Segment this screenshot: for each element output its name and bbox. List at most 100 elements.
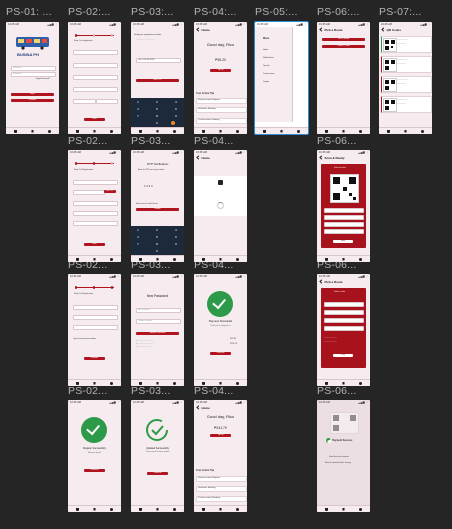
frame-qr-list[interactable]: 10:45 AM ▂▄▆ ◔ QR Codes ────────── ───────… <box>379 22 432 134</box>
field[interactable] <box>324 222 364 228</box>
wallet-icon[interactable] <box>14 129 17 133</box>
id-input[interactable] <box>73 305 118 311</box>
frame-label: PS-06... <box>317 135 357 147</box>
gender-select[interactable] <box>73 99 96 105</box>
pick-route-button[interactable]: Pick a Route <box>322 38 365 42</box>
next-button[interactable]: Next <box>84 243 105 247</box>
refresh-check-icon <box>146 419 168 441</box>
menu-item-home[interactable]: Home <box>263 49 268 51</box>
topup-button[interactable]: Top up <box>210 434 231 438</box>
email-input[interactable] <box>73 180 118 186</box>
field[interactable] <box>324 208 364 214</box>
new-password-input[interactable]: New Password <box>136 308 181 314</box>
topup-button[interactable]: Top up <box>210 69 231 73</box>
next-button[interactable]: Next <box>84 118 105 122</box>
menu-item-topup[interactable]: Top Up <box>263 65 269 67</box>
frame-route-form[interactable]: 10:45 AM ▂▄▆ ◔ Pick a Route Select a rout… <box>317 274 370 386</box>
keyboard[interactable]: 123 456 789 0 <box>131 98 184 128</box>
frame-pick-route[interactable]: 10:45 AM ▂▄▆ ◔ Pick a Route Pick a Route … <box>317 22 370 134</box>
next-button[interactable]: Next <box>333 240 353 244</box>
frame-register-step1[interactable]: 10:45 AM ▂▄▆ ◔ Step 1 of registration Nex… <box>68 22 121 134</box>
frame-label: PS-06... <box>317 385 357 397</box>
spinner-icon <box>217 202 224 209</box>
password-input[interactable] <box>73 221 118 227</box>
bottom-nav <box>68 127 121 134</box>
submit-button[interactable]: Submit <box>136 208 179 212</box>
otp-digits[interactable]: 1 2 3 4 <box>144 184 153 188</box>
frame-verify-number[interactable]: 10:45 AM ▂▄▆ ◔ Verify your registration n… <box>131 22 184 134</box>
bottom-nav <box>68 255 121 262</box>
column-label: PS-05:... <box>255 6 298 18</box>
continue-button[interactable]: Continue <box>147 472 168 476</box>
frame-payment-success-ticket[interactable]: 10:45 AM ▂▄▆ ◔ Payment Success Show this … <box>317 400 370 512</box>
frame-register-step2[interactable]: 10:45 AM ▂▄▆ ◔ Step 2 of Registration Get… <box>68 150 121 262</box>
balance: ₱241.70 <box>214 426 227 430</box>
frame-new-password[interactable]: 10:45 AM ▂▄▆ ◔ New Password New Password … <box>131 274 184 386</box>
qr-card[interactable]: ────────── ──────── <box>381 36 432 53</box>
scan-ticket-button[interactable]: Scan a Ticket <box>322 45 365 49</box>
type-select[interactable] <box>96 99 118 105</box>
frame-otp-verification[interactable]: 10:45 AM ▂▄▆ ◔ OTP Verification Enter the… <box>131 150 184 262</box>
frame-payment-success[interactable]: 10:45 AM ▂▄▆ ◔ Payment Successful Thank y… <box>194 274 247 386</box>
frame-menu[interactable]: 10:45 AM ▂▄▆ ◔ Menu Home Notifications To… <box>254 21 309 135</box>
username-input[interactable]: Username <box>11 66 56 72</box>
upload-input[interactable] <box>73 325 118 331</box>
frame-register-step3[interactable]: 10:45 AM ▂▄▆ ◔ Step 3 of Registration I a… <box>68 274 121 386</box>
update-password-button[interactable]: Update Password <box>136 332 179 336</box>
profile-icon[interactable] <box>48 129 51 133</box>
brand-title: BUSINA PH <box>17 52 39 57</box>
register-button[interactable]: Register <box>11 99 54 103</box>
frame-home[interactable]: 10:45 AM ▂▄▆ ◔ Home Good day, Rico ₱35.20… <box>194 22 247 134</box>
qr-card[interactable]: ────────── ──────── <box>381 96 432 113</box>
trip-row: Starting Location: Bagtasan <box>196 476 247 482</box>
menu-item-transactions[interactable]: Transactions <box>263 73 274 75</box>
frame-loading[interactable]: 10:45 AM ▂▄▆ ◔ Home <box>194 150 247 262</box>
password-rules: ● ─────────────── <box>136 341 154 342</box>
passenger-select[interactable] <box>324 326 364 332</box>
origin-select[interactable] <box>324 310 364 316</box>
frame-scan-ready[interactable]: 10:45 AM ▂▄▆ ◔ Scan & Ready Scan the tick… <box>317 150 370 262</box>
otp-input[interactable] <box>73 201 118 207</box>
bottom-nav <box>317 127 370 134</box>
confirm-password-input[interactable]: Confirm Password <box>136 319 181 325</box>
password-input[interactable]: Password <box>11 72 56 78</box>
birthdate-input[interactable] <box>73 75 118 81</box>
register-button[interactable]: Register <box>84 357 105 361</box>
get-otp-button[interactable]: Get OTP <box>104 190 116 194</box>
field[interactable] <box>324 215 364 221</box>
keyboard[interactable]: 123 456 789 0 <box>131 226 184 256</box>
forgot-password-link[interactable]: Forgot Password? <box>36 78 50 80</box>
continue-button[interactable]: Continue <box>210 352 231 356</box>
header-title: Home <box>197 156 210 160</box>
phone-input[interactable] <box>73 190 105 196</box>
phone-input[interactable]: +63 | 912 345 6789 <box>136 58 181 64</box>
menu-item-notifications[interactable]: Notifications <box>263 57 274 59</box>
home-icon[interactable] <box>31 129 34 133</box>
field[interactable] <box>324 229 364 235</box>
login-button[interactable]: Log in <box>11 93 54 97</box>
address-input[interactable] <box>73 87 118 93</box>
username-input[interactable] <box>73 211 118 217</box>
qr-card[interactable]: ────────── ──────── <box>381 76 432 93</box>
bottom-nav <box>68 505 121 512</box>
frame-login[interactable]: 10:45 AM ▂▄▆ ◔ BUSINA PH Username Passwor… <box>6 22 59 134</box>
resend-link[interactable]: Didn't receive the code? Resend <box>136 204 158 205</box>
qr-card[interactable]: ────────── ──────── <box>381 56 432 73</box>
lastname-input[interactable] <box>73 63 118 69</box>
frame-label: PS-02... <box>68 385 108 397</box>
destination-select[interactable] <box>324 318 364 324</box>
payment-subtitle: Thank you for riding with us <box>210 325 231 327</box>
get-otp-button[interactable]: Get OTP <box>136 79 179 83</box>
upload-input[interactable] <box>73 315 118 321</box>
bottom-nav <box>317 505 370 512</box>
frame-updated-success[interactable]: 10:45 AM ▂▄▆ ◔ Updated Successfully Your … <box>131 400 184 512</box>
route-select[interactable] <box>324 302 364 308</box>
continue-button[interactable]: Continue <box>84 469 105 473</box>
frame-label: PS-04... <box>194 385 234 397</box>
menu-item-logout[interactable]: Logout <box>263 81 269 83</box>
terms-checkbox[interactable]: I agree to the terms and conditions <box>73 339 96 340</box>
frame-home-updated[interactable]: 10:45 AM ▂▄▆ ◔ Home Good day, Rico ₱241.7… <box>194 400 247 512</box>
pay-button[interactable]: Pay <box>333 354 353 358</box>
frame-register-success[interactable]: 10:45 AM ▂▄▆ ◔ Register Successfully Welc… <box>68 400 121 512</box>
firstname-input[interactable] <box>73 50 118 56</box>
